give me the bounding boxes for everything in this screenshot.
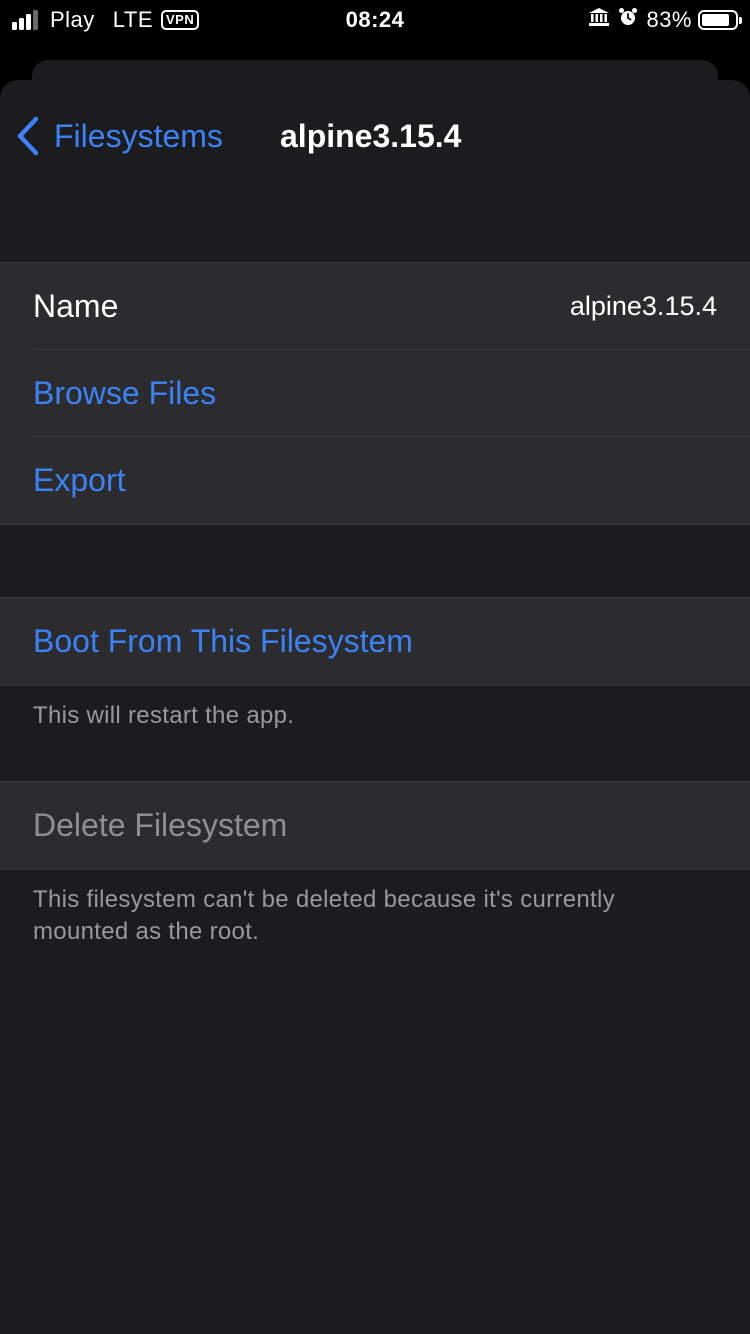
boot-group: Boot From This Filesystem [0, 597, 750, 686]
page-title: alpine3.15.4 [280, 118, 462, 154]
navigation-bar: Filesystems alpine3.15.4 [0, 80, 750, 192]
delete-note: This filesystem can't be deleted because… [33, 886, 615, 945]
back-button-label: Filesystems [54, 117, 223, 154]
battery-percentage: 83% [646, 7, 692, 32]
name-label: Name [33, 287, 119, 324]
status-bar: Play LTE VPN 08:24 83% [0, 0, 750, 40]
boot-label: Boot From This Filesystem [33, 623, 413, 659]
alarm-icon [618, 7, 638, 33]
battery-nub [739, 17, 742, 24]
bank-icon [588, 7, 610, 33]
name-value: alpine3.15.4 [569, 290, 717, 321]
detail-sheet: Filesystems alpine3.15.4 Name alpine3.15… [0, 80, 750, 1334]
export-label: Export [33, 462, 126, 498]
boot-button[interactable]: Boot From This Filesystem [33, 598, 750, 685]
boot-note: This will restart the app. [33, 702, 295, 729]
export-button[interactable]: Export [33, 437, 750, 524]
battery-fill [702, 14, 729, 26]
delete-group: Delete Filesystem [0, 781, 750, 870]
status-right: 83% [588, 6, 742, 34]
name-row: Name alpine3.15.4 [33, 263, 750, 350]
browse-files-label: Browse Files [33, 374, 217, 411]
back-button[interactable]: Filesystems [16, 112, 223, 160]
delete-button: Delete Filesystem [33, 782, 750, 869]
delete-label: Delete Filesystem [33, 807, 288, 843]
chevron-left-icon [17, 116, 39, 156]
info-group: Name alpine3.15.4 Browse Files Export [0, 262, 750, 525]
browse-files-button[interactable]: Browse Files [33, 350, 750, 437]
battery-icon [698, 10, 742, 30]
